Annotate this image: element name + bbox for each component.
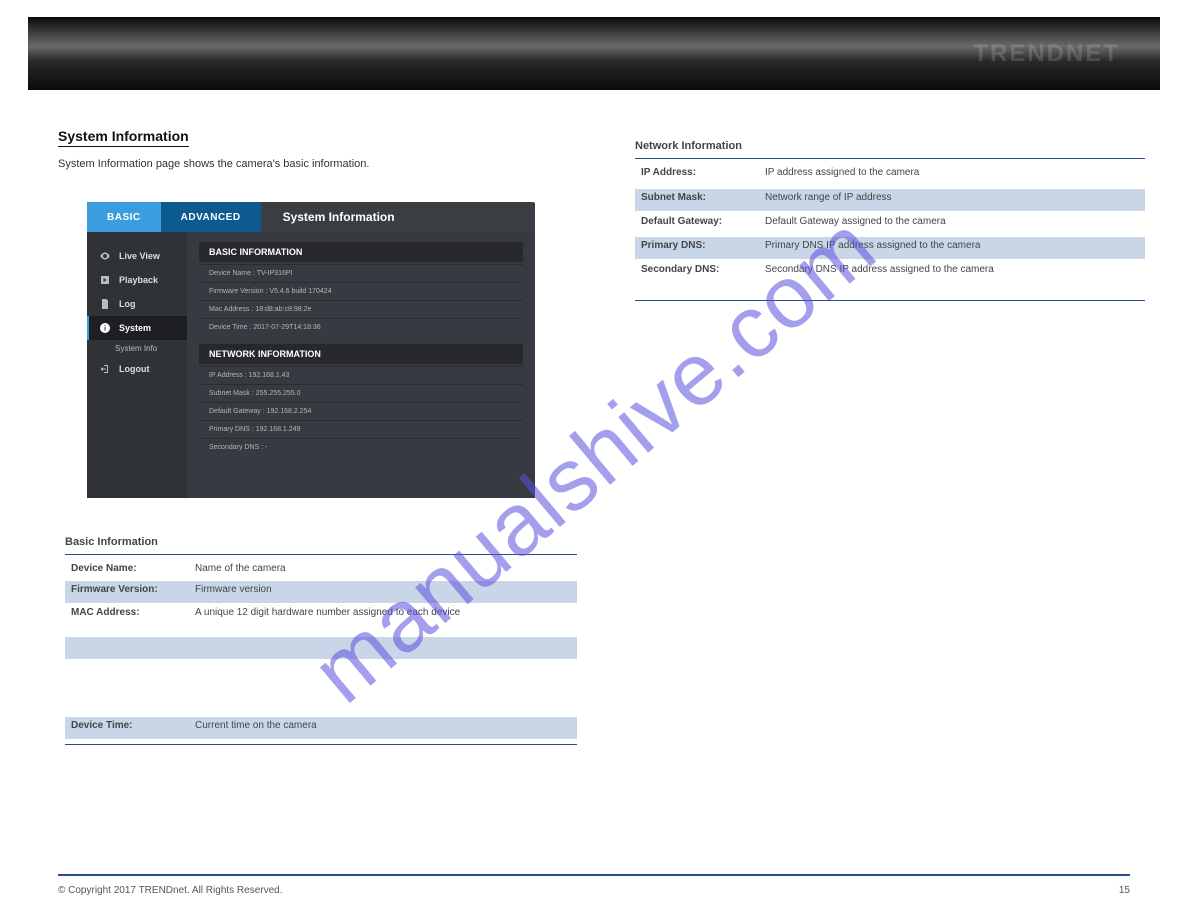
left-row-device-time: Device Time: Current time on the camera bbox=[65, 717, 577, 739]
footer-page-number: 15 bbox=[1119, 885, 1130, 896]
row-device-name: Device Name : TV-IP316PI bbox=[199, 264, 523, 282]
section-intro: System Information page shows the camera… bbox=[58, 158, 558, 170]
right-row-value: IP address assigned to the camera bbox=[765, 167, 1135, 178]
group-title-network: NETWORK INFORMATION bbox=[199, 344, 523, 364]
section-title: System Information bbox=[58, 128, 189, 147]
right-row-label: Primary DNS: bbox=[641, 240, 705, 251]
left-spacer bbox=[65, 660, 577, 716]
row-dns2: Secondary DNS : - bbox=[199, 438, 523, 456]
row-firmware: Firmware Version : V5.4.6 build 170424 bbox=[199, 282, 523, 300]
left-row-mac-shade bbox=[65, 637, 577, 659]
left-row-mac: MAC Address: A unique 12 digit hardware … bbox=[65, 604, 577, 636]
left-row-value: Firmware version bbox=[195, 584, 565, 595]
tab-advanced[interactable]: ADVANCED bbox=[161, 202, 261, 232]
row-mac: Mac Address : 18:d8:ab:c8:98:2e bbox=[199, 300, 523, 318]
sidebar-item-logout[interactable]: Logout bbox=[87, 357, 187, 381]
right-row-value: Network range of IP address bbox=[765, 192, 1135, 203]
ui-topbar: BASIC ADVANCED System Information bbox=[87, 202, 535, 232]
left-row-label: Device Name: bbox=[71, 563, 137, 574]
left-table-title: Basic Information bbox=[65, 536, 158, 550]
right-row-label: IP Address: bbox=[641, 167, 696, 178]
row-dns1: Primary DNS : 192.168.1.249 bbox=[199, 420, 523, 438]
row-device-time: Device Time : 2017-07-29T14:18:36 bbox=[199, 318, 523, 336]
right-table-title: Network Information bbox=[635, 140, 742, 152]
group-basic-info: BASIC INFORMATION Device Name : TV-IP316… bbox=[199, 242, 523, 336]
ui-sidebar: Live View Playback Log System System Inf… bbox=[87, 232, 187, 498]
sidebar-item-label: Live View bbox=[119, 251, 160, 261]
right-row-ip: IP Address: IP address assigned to the c… bbox=[635, 164, 1145, 186]
row-mask: Subnet Mask : 255.255.255.0 bbox=[199, 384, 523, 402]
document-icon bbox=[97, 298, 113, 310]
ui-page-title: System Information bbox=[261, 202, 535, 232]
left-table-rule bbox=[65, 554, 577, 555]
right-row-label: Default Gateway: bbox=[641, 216, 722, 227]
right-table-rule-bottom bbox=[635, 300, 1145, 301]
play-icon bbox=[97, 274, 113, 286]
left-row-value: A unique 12 digit hardware number assign… bbox=[195, 607, 565, 618]
info-icon bbox=[97, 322, 113, 334]
sidebar-item-log[interactable]: Log bbox=[87, 292, 187, 316]
ui-main-panel: BASIC INFORMATION Device Name : TV-IP316… bbox=[187, 232, 535, 498]
sidebar-item-label: Log bbox=[119, 299, 136, 309]
right-row-label: Secondary DNS: bbox=[641, 264, 719, 275]
right-table-rule bbox=[635, 158, 1145, 159]
left-row-firmware: Firmware Version: Firmware version bbox=[65, 581, 577, 603]
sidebar-item-live-view[interactable]: Live View bbox=[87, 244, 187, 268]
right-row-dns1: Primary DNS: Primary DNS IP address assi… bbox=[635, 237, 1145, 259]
ui-body: Live View Playback Log System System Inf… bbox=[87, 232, 535, 498]
group-network-info: NETWORK INFORMATION IP Address : 192.168… bbox=[199, 344, 523, 456]
eye-icon bbox=[97, 250, 113, 262]
left-row-label: MAC Address: bbox=[71, 607, 140, 618]
row-gateway: Default Gateway : 192.168.2.254 bbox=[199, 402, 523, 420]
sidebar-sub-system-info[interactable]: System Info bbox=[87, 340, 187, 357]
right-row-value: Default Gateway assigned to the camera bbox=[765, 216, 1135, 227]
brand-logo: TRENDNET bbox=[973, 40, 1120, 68]
embedded-ui-screenshot: BASIC ADVANCED System Information Live V… bbox=[87, 202, 535, 498]
left-row-value: Current time on the camera bbox=[195, 720, 565, 731]
left-row-label: Firmware Version: bbox=[71, 584, 158, 595]
right-row-value: Secondary DNS IP address assigned to the… bbox=[765, 264, 1135, 275]
right-row-value: Primary DNS IP address assigned to the c… bbox=[765, 240, 1135, 251]
left-table-rule-bottom bbox=[65, 744, 577, 745]
tab-basic[interactable]: BASIC bbox=[87, 202, 161, 232]
footer-copyright: © Copyright 2017 TRENDnet. All Rights Re… bbox=[58, 885, 283, 896]
right-row-label: Subnet Mask: bbox=[641, 192, 706, 203]
left-row-device-name: Device Name: Name of the camera bbox=[65, 560, 577, 580]
sidebar-item-label: System bbox=[119, 323, 151, 333]
footer-rule bbox=[58, 874, 1130, 876]
right-row-gateway: Default Gateway: Default Gateway assigne… bbox=[635, 213, 1145, 235]
left-row-value: Name of the camera bbox=[195, 563, 565, 574]
page-header-band: TRENDNET bbox=[28, 17, 1160, 90]
sidebar-item-label: Logout bbox=[119, 364, 150, 374]
sidebar-item-label: Playback bbox=[119, 275, 158, 285]
sidebar-item-system[interactable]: System bbox=[87, 316, 187, 340]
right-row-mask: Subnet Mask: Network range of IP address bbox=[635, 189, 1145, 211]
logout-icon bbox=[97, 363, 113, 375]
right-row-dns2: Secondary DNS: Secondary DNS IP address … bbox=[635, 261, 1145, 297]
sidebar-item-playback[interactable]: Playback bbox=[87, 268, 187, 292]
group-title-basic: BASIC INFORMATION bbox=[199, 242, 523, 262]
left-row-label: Device Time: bbox=[71, 720, 133, 731]
row-ip: IP Address : 192.168.1.43 bbox=[199, 366, 523, 384]
